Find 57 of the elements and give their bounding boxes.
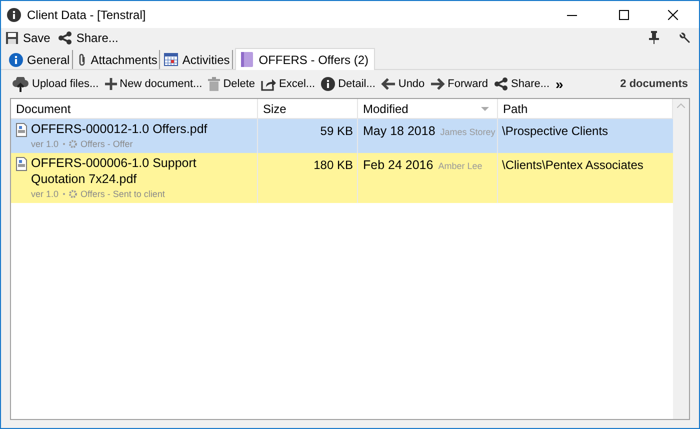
pin-icon[interactable] [649,31,659,44]
excel-button[interactable]: Excel... [261,76,316,92]
paperclip-icon [76,52,87,66]
left-arrow-icon [381,78,396,90]
calendar-icon [164,53,178,66]
category-label: Offers - Offer [80,138,133,151]
new-document-button[interactable]: New document... [104,76,202,92]
file-name: OFFERS-000012-1.0 Offers.pdf [31,121,208,137]
trash-icon [208,77,220,91]
detail-button[interactable]: Detail... [321,76,376,92]
version-label: ver 1.0 [31,188,59,201]
tab[interactable]: OFFERS - Offers (2) [234,48,375,70]
table-cell: \Prospective Clients [502,124,608,138]
share-icon [58,30,72,44]
column-header[interactable]: Document [16,100,71,118]
author-label: James Storey [440,126,496,139]
more-button[interactable]: » [556,74,564,94]
version-label: ver 1.0 [31,138,59,151]
close-icon [668,10,678,20]
table-cell-text: 59 KB [320,123,353,137]
maximize-icon [619,10,629,20]
cloud-upload-icon [12,76,29,92]
pdf-file-icon [16,123,27,137]
file-name: OFFERS-000006-1.0 Support Quotation 7x24.pdf [31,155,198,187]
upload-files-button[interactable]: Upload files... [12,76,99,92]
window-title: Client Data - [Tenstral] [27,6,146,24]
share-icon [494,77,508,91]
right-arrow-icon [430,78,445,90]
column-header[interactable]: Modified [363,100,408,118]
book-icon [240,52,253,67]
column-header[interactable]: Size [263,100,286,118]
info-icon [7,8,21,22]
export-icon [261,77,276,91]
table-cell-text: May 18 2018 [363,123,436,140]
wrench-icon[interactable] [679,32,691,44]
gear-icon [68,140,77,148]
table-cell-text: 180 KB [314,157,353,171]
plus-icon [104,78,117,90]
save-button[interactable]: Save [5,28,50,46]
table-cell: \Clients\Pentex Associates [502,158,644,172]
info-icon [321,77,336,91]
table-row[interactable]: OFFERS-000006-1.0 Support Quotation 7x24.pdf ver 1.0 Offers - Sent to client 180 KB Feb 24 2016 Amber Lee \Clients\Pentex Associates [11,153,673,203]
table-row[interactable]: OFFERS-000012-1.0 Offers.pdf ver 1.0 Offers - Offer 59 KB May 18 2018 James Storey \Prospective Clients [11,119,673,153]
column-header[interactable]: Path [503,100,528,118]
document-count: 2 documents [620,76,689,92]
share-button[interactable]: Share... [58,28,118,46]
scrollbar[interactable] [673,99,689,419]
share-button[interactable]: Share... [494,76,550,92]
table-cell-text: Feb 24 2016 [363,157,434,174]
forward-button[interactable]: Forward [430,76,488,92]
gear-icon [68,190,77,198]
delete-button[interactable]: Delete [208,76,255,92]
info-icon [9,52,23,66]
category-label: Offers - Sent to client [80,188,165,201]
pdf-file-icon [16,157,27,171]
author-label: Amber Lee [438,160,482,173]
undo-button[interactable]: Undo [381,76,425,92]
